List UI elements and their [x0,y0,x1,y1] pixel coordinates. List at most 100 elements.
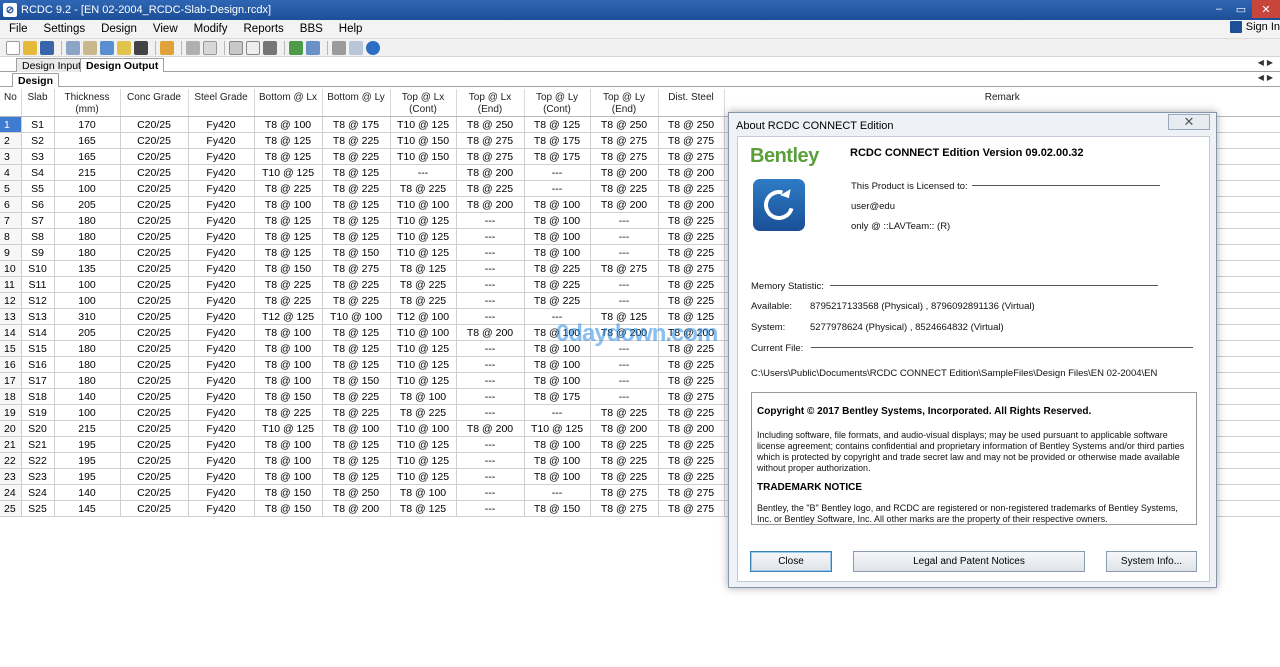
table-cell[interactable]: C20/25 [120,228,189,245]
table-cell[interactable]: T10 @ 125 [524,420,591,437]
table-cell[interactable]: T8 @ 150 [254,388,323,405]
table-cell[interactable]: --- [590,292,659,309]
table-cell[interactable]: T8 @ 225 [658,212,725,229]
menu-help[interactable]: Help [330,23,370,35]
table-cell[interactable]: 195 [54,436,121,453]
table-cell[interactable]: T8 @ 225 [658,452,725,469]
table-cell[interactable]: T8 @ 100 [390,388,457,405]
table-cell[interactable]: T8 @ 225 [524,292,591,309]
table-cell[interactable]: T10 @ 125 [390,468,457,485]
table-cell[interactable]: T8 @ 275 [590,484,659,501]
table-cell[interactable]: 215 [54,420,121,437]
row-number[interactable]: 13 [0,308,22,325]
row-number[interactable]: 19 [0,404,22,421]
menu-view[interactable]: View [144,23,185,35]
table-cell[interactable]: T8 @ 100 [524,228,591,245]
table-cell[interactable]: Fy420 [188,148,255,165]
table-cell[interactable]: Fy420 [188,276,255,293]
table-cell[interactable]: T8 @ 225 [390,180,457,197]
table-cell[interactable]: T8 @ 100 [524,468,591,485]
table-cell[interactable]: 180 [54,356,121,373]
table-cell[interactable]: --- [456,404,525,421]
table-cell[interactable]: T8 @ 225 [658,372,725,389]
row-number[interactable]: 12 [0,292,22,309]
table-cell[interactable]: C20/25 [120,340,189,357]
table-cell[interactable]: T10 @ 125 [390,372,457,389]
row-number[interactable]: 2 [0,132,22,149]
table-cell[interactable]: S25 [21,500,55,517]
table-cell[interactable]: T8 @ 150 [254,500,323,517]
table-cell[interactable]: T12 @ 100 [390,308,457,325]
table-cell[interactable]: S16 [21,356,55,373]
table-cell[interactable]: --- [456,452,525,469]
table-cell[interactable]: T8 @ 125 [254,244,323,261]
table-cell[interactable]: S23 [21,468,55,485]
row-number[interactable]: 4 [0,164,22,181]
table-cell[interactable]: T8 @ 250 [590,116,659,133]
table-cell[interactable]: T8 @ 225 [390,292,457,309]
row-number[interactable]: 16 [0,356,22,373]
table-cell[interactable]: T10 @ 100 [390,420,457,437]
table-cell[interactable]: Fy420 [188,308,255,325]
table-cell[interactable]: S2 [21,132,55,149]
table-cell[interactable]: T8 @ 225 [658,244,725,261]
table-cell[interactable]: C20/25 [120,148,189,165]
table-cell[interactable]: --- [456,244,525,261]
table-cell[interactable]: 170 [54,116,121,133]
table-cell[interactable]: T8 @ 100 [254,372,323,389]
table-cell[interactable]: T8 @ 250 [658,116,725,133]
table-cell[interactable]: S6 [21,196,55,213]
filter-icon[interactable] [332,40,346,55]
table-cell[interactable]: C20/25 [120,180,189,197]
table-cell[interactable]: T8 @ 125 [322,356,391,373]
table-cell[interactable]: --- [456,356,525,373]
table-cell[interactable]: T8 @ 275 [658,132,725,149]
sign-in[interactable]: Sign In [1229,21,1280,33]
table-cell[interactable]: T8 @ 100 [524,436,591,453]
table-cell[interactable]: Fy420 [188,228,255,245]
table-cell[interactable]: T8 @ 200 [322,500,391,517]
table-cell[interactable]: Fy420 [188,372,255,389]
table-cell[interactable]: T10 @ 125 [390,116,457,133]
table-cell[interactable]: --- [590,276,659,293]
table-cell[interactable]: T8 @ 150 [524,500,591,517]
table-cell[interactable]: Fy420 [188,260,255,277]
table-cell[interactable]: 165 [54,148,121,165]
table-cell[interactable]: C20/25 [120,372,189,389]
table-cell[interactable]: T10 @ 150 [390,148,457,165]
row-number[interactable]: 11 [0,276,22,293]
column-header[interactable]: Steel Grade [188,89,255,117]
menu-design[interactable]: Design [92,23,144,35]
table-cell[interactable]: T8 @ 250 [322,484,391,501]
table-cell[interactable]: 180 [54,244,121,261]
table-cell[interactable]: S12 [21,292,55,309]
table-cell[interactable]: --- [456,388,525,405]
row-number[interactable]: 7 [0,212,22,229]
table-cell[interactable]: C20/25 [120,452,189,469]
table-cell[interactable]: Fy420 [188,388,255,405]
table-cell[interactable]: T8 @ 225 [524,276,591,293]
table-cell[interactable]: T8 @ 125 [390,260,457,277]
table-cell[interactable]: C20/25 [120,436,189,453]
table-cell[interactable]: T8 @ 200 [590,164,659,181]
table-cell[interactable]: T8 @ 100 [254,452,323,469]
table-cell[interactable]: T8 @ 275 [590,148,659,165]
table-cell[interactable]: C20/25 [120,164,189,181]
table-cell[interactable]: T10 @ 100 [390,196,457,213]
table-cell[interactable]: S5 [21,180,55,197]
table-cell[interactable]: T8 @ 175 [524,148,591,165]
table-cell[interactable]: T8 @ 275 [456,132,525,149]
table-cell[interactable]: T8 @ 275 [456,148,525,165]
table-cell[interactable]: T8 @ 125 [322,340,391,357]
open-folder-icon[interactable] [23,40,37,55]
table-cell[interactable]: Fy420 [188,436,255,453]
table-cell[interactable]: 135 [54,260,121,277]
table-cell[interactable]: C20/25 [120,388,189,405]
table-cell[interactable]: 180 [54,372,121,389]
table-cell[interactable]: T8 @ 125 [254,148,323,165]
column-header[interactable]: Top @ Ly (End) [590,89,659,117]
table-cell[interactable]: --- [456,228,525,245]
table-cell[interactable]: S17 [21,372,55,389]
table-cell[interactable]: T8 @ 125 [322,324,391,341]
table-cell[interactable]: 145 [54,500,121,517]
